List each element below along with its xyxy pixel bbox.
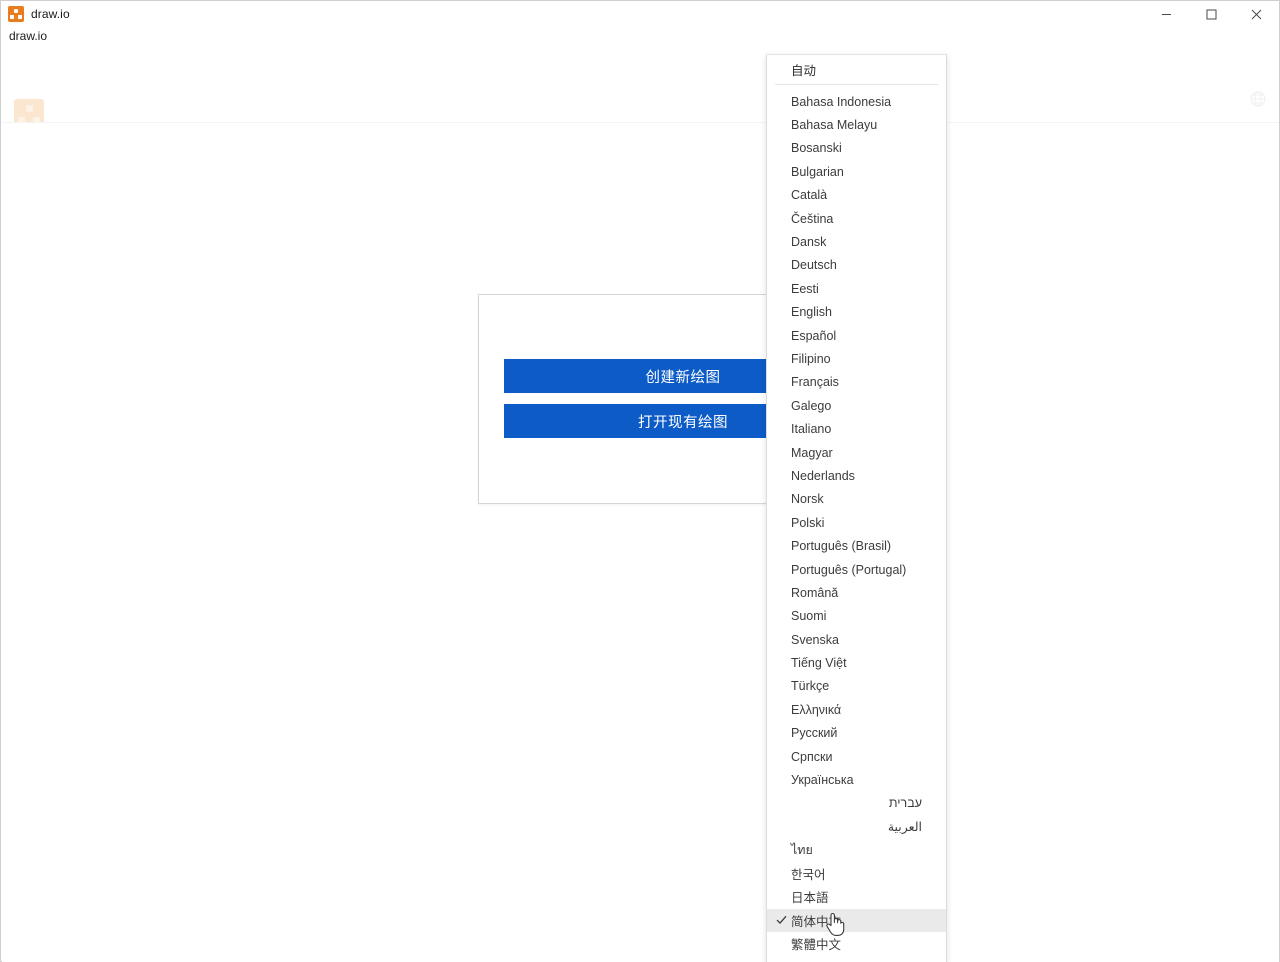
language-option-label: Eesti <box>791 282 819 296</box>
language-option[interactable]: Català <box>767 184 946 207</box>
language-option-label: العربية <box>888 819 922 834</box>
language-option-label: Português (Portugal) <box>791 563 906 577</box>
language-option-list: Bahasa Indonesia Bahasa Melayu Bosanski Bul… <box>767 90 946 955</box>
language-option-label: Suomi <box>791 609 826 623</box>
language-option-label: Polski <box>791 516 824 530</box>
diagram-canvas[interactable] <box>2 123 1279 962</box>
language-option-label: Čeština <box>791 212 833 226</box>
language-option[interactable]: Русский <box>767 722 946 745</box>
language-option-label: Tiếng Việt <box>791 656 847 670</box>
maximize-button[interactable] <box>1189 1 1234 27</box>
language-option[interactable]: Bahasa Melayu <box>767 113 946 136</box>
language-option-label: Dansk <box>791 235 826 249</box>
language-option-label: ไทย <box>791 840 813 860</box>
language-option-label: Català <box>791 188 827 202</box>
language-option-label: 日本語 <box>791 887 829 906</box>
language-option[interactable]: Magyar <box>767 441 946 464</box>
language-option-label: Español <box>791 329 836 343</box>
language-option[interactable]: Türkçe <box>767 675 946 698</box>
language-option-label: Ελληνικά <box>791 703 841 717</box>
language-option-label: Bahasa Melayu <box>791 118 877 132</box>
language-dropdown-menu: 自动 Bahasa Indonesia Bahasa Melayu Bosanski… <box>766 54 947 962</box>
language-option[interactable]: 日本語 <box>767 885 946 908</box>
language-option-label: English <box>791 305 832 319</box>
check-icon <box>776 915 787 926</box>
language-option[interactable]: Eesti <box>767 277 946 300</box>
language-option-label: Deutsch <box>791 258 837 272</box>
language-option[interactable]: Filipino <box>767 347 946 370</box>
language-option-label: Nederlands <box>791 469 855 483</box>
language-option-label: Bosanski <box>791 141 842 155</box>
app-name-label: draw.io <box>9 27 47 45</box>
language-option[interactable]: Română <box>767 581 946 604</box>
drawio-window: draw.io draw.io 文件 编辑 查看 <box>0 0 1280 962</box>
language-option[interactable]: Српски <box>767 745 946 768</box>
language-option[interactable]: Galego <box>767 394 946 417</box>
language-option-label: Српски <box>791 750 832 764</box>
language-option[interactable]: English <box>767 301 946 324</box>
language-option[interactable]: Deutsch <box>767 254 946 277</box>
language-option[interactable]: Dansk <box>767 230 946 253</box>
language-option[interactable]: Polski <box>767 511 946 534</box>
language-option-label: Magyar <box>791 446 833 460</box>
language-option[interactable]: Čeština <box>767 207 946 230</box>
language-option-label: Filipino <box>791 352 831 366</box>
language-option-label: Română <box>791 586 838 600</box>
language-option-label: 简体中文 <box>791 911 841 930</box>
language-option[interactable]: 繁體中文 <box>767 932 946 955</box>
language-option-label: Français <box>791 375 839 389</box>
minimize-button[interactable] <box>1144 1 1189 27</box>
language-option[interactable]: Français <box>767 371 946 394</box>
language-option[interactable]: Bulgarian <box>767 160 946 183</box>
language-option-label: Bulgarian <box>791 165 844 179</box>
language-option-label: עברית <box>889 796 922 810</box>
language-option-label: Galego <box>791 399 831 413</box>
language-option[interactable]: Norsk <box>767 488 946 511</box>
language-option-label: Italiano <box>791 422 831 436</box>
language-option[interactable]: Nederlands <box>767 464 946 487</box>
language-option[interactable]: Português (Portugal) <box>767 558 946 581</box>
language-option[interactable]: Italiano <box>767 417 946 440</box>
app-logo-icon <box>8 6 24 22</box>
language-option[interactable]: العربية <box>767 815 946 838</box>
language-option[interactable]: Español <box>767 324 946 347</box>
language-option[interactable]: Bahasa Indonesia <box>767 90 946 113</box>
title-bar: draw.io <box>1 1 1279 27</box>
close-button[interactable] <box>1234 1 1279 27</box>
language-option[interactable]: ไทย <box>767 839 946 862</box>
language-option-label: Bahasa Indonesia <box>791 95 891 109</box>
language-option[interactable]: Tiếng Việt <box>767 651 946 674</box>
language-option[interactable]: Suomi <box>767 605 946 628</box>
language-option[interactable]: Bosanski <box>767 137 946 160</box>
language-option[interactable]: עברית <box>767 792 946 815</box>
language-option[interactable]: 简体中文 <box>767 909 946 932</box>
language-option-label: 繁體中文 <box>791 934 841 953</box>
language-option-label: Norsk <box>791 492 824 506</box>
menu-separator <box>775 84 938 85</box>
language-option-label: Русский <box>791 726 837 740</box>
language-option[interactable]: Português (Brasil) <box>767 534 946 557</box>
language-option-label: Українська <box>791 773 854 787</box>
globe-icon[interactable] <box>1249 90 1267 108</box>
language-option-label: Português (Brasil) <box>791 539 891 553</box>
language-option-label: 한국어 <box>791 864 826 883</box>
language-option[interactable]: Українська <box>767 768 946 791</box>
editor-header: 文件 编辑 查看 调整图形 其它 帮助 ▾ 100% ▾ <box>2 47 1279 123</box>
window-title: draw.io <box>31 7 70 21</box>
language-option[interactable]: Ελληνικά <box>767 698 946 721</box>
language-option-auto[interactable]: 自动 <box>767 55 946 84</box>
language-option-label: Türkçe <box>791 679 829 693</box>
language-option[interactable]: 한국어 <box>767 862 946 885</box>
language-option[interactable]: Svenska <box>767 628 946 651</box>
language-option-label: Svenska <box>791 633 839 647</box>
